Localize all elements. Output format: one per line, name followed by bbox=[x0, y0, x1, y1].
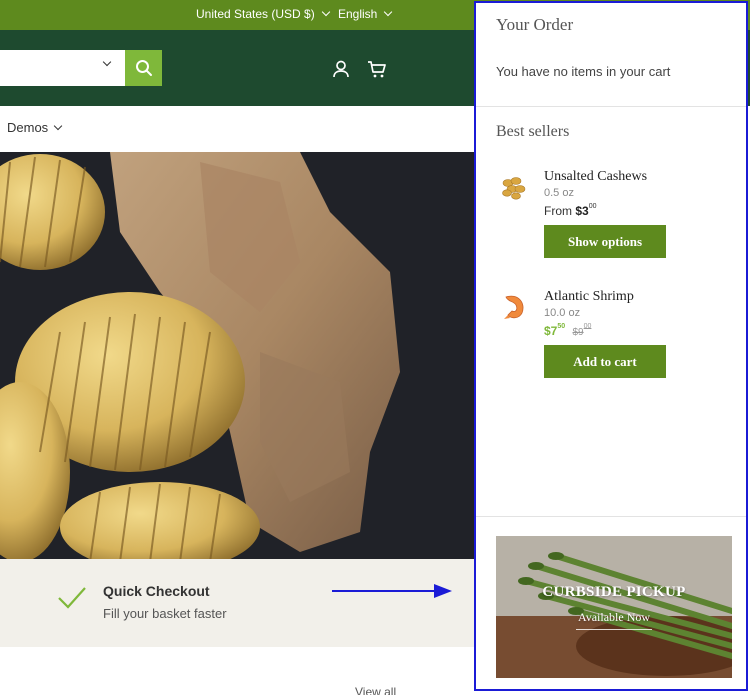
chevron-down-icon bbox=[102, 57, 112, 67]
product-price: From $300 bbox=[544, 203, 597, 218]
cart-drawer: Your Order You have no items in your car… bbox=[474, 1, 748, 691]
feature-subtitle: Fill your basket faster bbox=[103, 606, 227, 621]
nav-item-demos[interactable]: Demos bbox=[7, 120, 63, 135]
currency-label: United States (USD $) bbox=[196, 7, 315, 21]
search-button[interactable] bbox=[125, 50, 162, 86]
account-icon[interactable] bbox=[331, 59, 351, 79]
drawer-title: Your Order bbox=[496, 15, 574, 34]
language-selector[interactable]: English bbox=[338, 7, 393, 21]
product-size: 10.0 oz bbox=[544, 307, 581, 319]
product-name[interactable]: Unsalted Cashews bbox=[544, 169, 647, 185]
best-sellers-heading: Best sellers bbox=[496, 123, 570, 140]
sale-price: $750 bbox=[544, 323, 566, 338]
product-price: $750 $900 bbox=[544, 323, 592, 338]
price-cents: 00 bbox=[588, 203, 597, 210]
hero-image bbox=[0, 152, 475, 559]
product-thumbnail[interactable] bbox=[496, 289, 532, 325]
nav-item-label: Demos bbox=[7, 120, 49, 135]
feature-band: Quick Checkout Fill your basket faster bbox=[0, 559, 475, 647]
currency-selector[interactable]: United States (USD $) bbox=[196, 7, 330, 21]
add-to-cart-button[interactable]: Add to cart bbox=[544, 345, 666, 378]
chevron-down-icon bbox=[321, 7, 330, 17]
hasselback-potatoes-image bbox=[0, 152, 475, 559]
checkmark-icon bbox=[58, 587, 86, 609]
product-size: 0.5 oz bbox=[544, 187, 574, 199]
price-prefix: From bbox=[544, 204, 572, 218]
product-thumbnail[interactable] bbox=[496, 169, 532, 205]
cart-icon[interactable] bbox=[367, 59, 387, 79]
product-name[interactable]: Atlantic Shrimp bbox=[544, 289, 634, 305]
promo-underline bbox=[576, 629, 652, 630]
feature-title: Quick Checkout bbox=[103, 583, 210, 599]
divider bbox=[476, 106, 746, 107]
product-card: Atlantic Shrimp 10.0 oz $750 $900 Add to… bbox=[496, 289, 726, 384]
product-card: Unsalted Cashews 0.5 oz From $300 Show o… bbox=[496, 169, 726, 264]
promo-subtitle: Available Now bbox=[577, 610, 651, 624]
arrow-right-icon bbox=[332, 584, 452, 598]
curbside-pickup-banner[interactable]: CURBSIDE PICKUP Available Now bbox=[496, 536, 732, 678]
compare-at-price: $900 bbox=[572, 323, 592, 338]
price-whole: $3 bbox=[575, 204, 589, 218]
divider bbox=[476, 516, 746, 517]
asparagus-image bbox=[496, 536, 732, 678]
show-options-button[interactable]: Show options bbox=[544, 225, 666, 258]
view-all-link[interactable]: View all bbox=[355, 685, 396, 695]
language-label: English bbox=[338, 7, 378, 21]
empty-cart-message: You have no items in your cart bbox=[496, 64, 671, 79]
chevron-down-icon bbox=[384, 7, 393, 17]
promo-title: CURBSIDE PICKUP bbox=[542, 584, 686, 600]
search-category-select[interactable] bbox=[0, 50, 125, 86]
search-icon bbox=[135, 60, 152, 76]
chevron-down-icon bbox=[53, 121, 63, 130]
